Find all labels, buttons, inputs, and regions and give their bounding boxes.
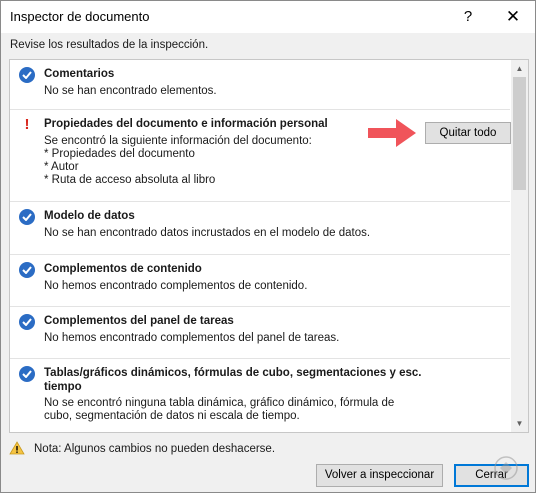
description-line: No hemos encontrado complementos del pan…	[44, 332, 340, 344]
scroll-thumb[interactable]	[513, 77, 526, 190]
result-title: Tablas/gráficos dinámicos, fórmulas de c…	[44, 367, 422, 393]
note-text: Nota: Algunos cambios no pueden deshacer…	[34, 443, 276, 455]
results-list[interactable]: Comentarios No se han encontrado element…	[9, 59, 529, 433]
exclamation-icon: !	[24, 116, 30, 133]
scroll-down-arrow-icon[interactable]: ▼	[511, 415, 528, 432]
result-title: Complementos del panel de tareas	[44, 315, 234, 327]
checkmark-circle-icon	[19, 209, 35, 225]
result-description: No hemos encontrado complementos de cont…	[44, 280, 424, 293]
description-line: * Autor	[44, 161, 79, 173]
watermark-logo	[494, 456, 518, 480]
description-line: cubo, segmentación de datos ni escala de…	[44, 410, 300, 422]
result-description: No hemos encontrado complementos del pan…	[44, 332, 424, 345]
result-item-comments: Comentarios No se han encontrado element…	[10, 60, 510, 110]
close-window-button[interactable]: ✕	[495, 3, 531, 31]
dialog-title: Inspector de documento	[10, 9, 150, 24]
result-title: Complementos de contenido	[44, 263, 202, 275]
result-title: Modelo de datos	[44, 210, 135, 222]
result-description: No se encontró ninguna tabla dinámica, g…	[44, 397, 424, 423]
checkmark-circle-icon	[19, 67, 35, 83]
result-item-data-model: Modelo de datos No se han encontrado dat…	[10, 202, 510, 255]
arrow-right-icon	[368, 119, 416, 147]
description-line: No se han encontrado datos incrustados e…	[44, 227, 371, 239]
inspector-dialog: Inspector de documento ? ✕ Revise los re…	[0, 0, 536, 493]
scrollbar[interactable]: ▲ ▼	[511, 60, 528, 432]
warning-triangle-icon	[9, 441, 25, 455]
help-button[interactable]: ?	[456, 5, 480, 29]
result-item-content-addins: Complementos de contenido No hemos encon…	[10, 255, 510, 307]
instructions-text: Revise los resultados de la inspección.	[10, 39, 209, 51]
result-item-taskpane-addins: Complementos del panel de tareas No hemo…	[10, 307, 510, 359]
result-description: No se han encontrado elementos.	[44, 85, 424, 98]
title-bar: Inspector de documento ? ✕	[1, 1, 535, 33]
result-item-pivot-tables: Tablas/gráficos dinámicos, fórmulas de c…	[10, 359, 510, 432]
checkmark-circle-icon	[19, 262, 35, 278]
description-line: No se encontró ninguna tabla dinámica, g…	[44, 397, 395, 409]
remove-all-button[interactable]: Quitar todo	[425, 122, 511, 144]
scroll-up-arrow-icon[interactable]: ▲	[511, 60, 528, 77]
description-line: No hemos encontrado complementos de cont…	[44, 280, 308, 292]
result-description: No se han encontrado datos incrustados e…	[44, 227, 424, 240]
description-line: * Ruta de acceso absoluta al libro	[44, 174, 216, 186]
checkmark-circle-icon	[19, 314, 35, 330]
description-line: * Propiedades del documento	[44, 148, 195, 160]
description-line: No se han encontrado elementos.	[44, 85, 217, 97]
reinspect-button[interactable]: Volver a inspeccionar	[316, 464, 443, 487]
result-title: Comentarios	[44, 68, 115, 80]
checkmark-circle-icon	[19, 366, 35, 382]
